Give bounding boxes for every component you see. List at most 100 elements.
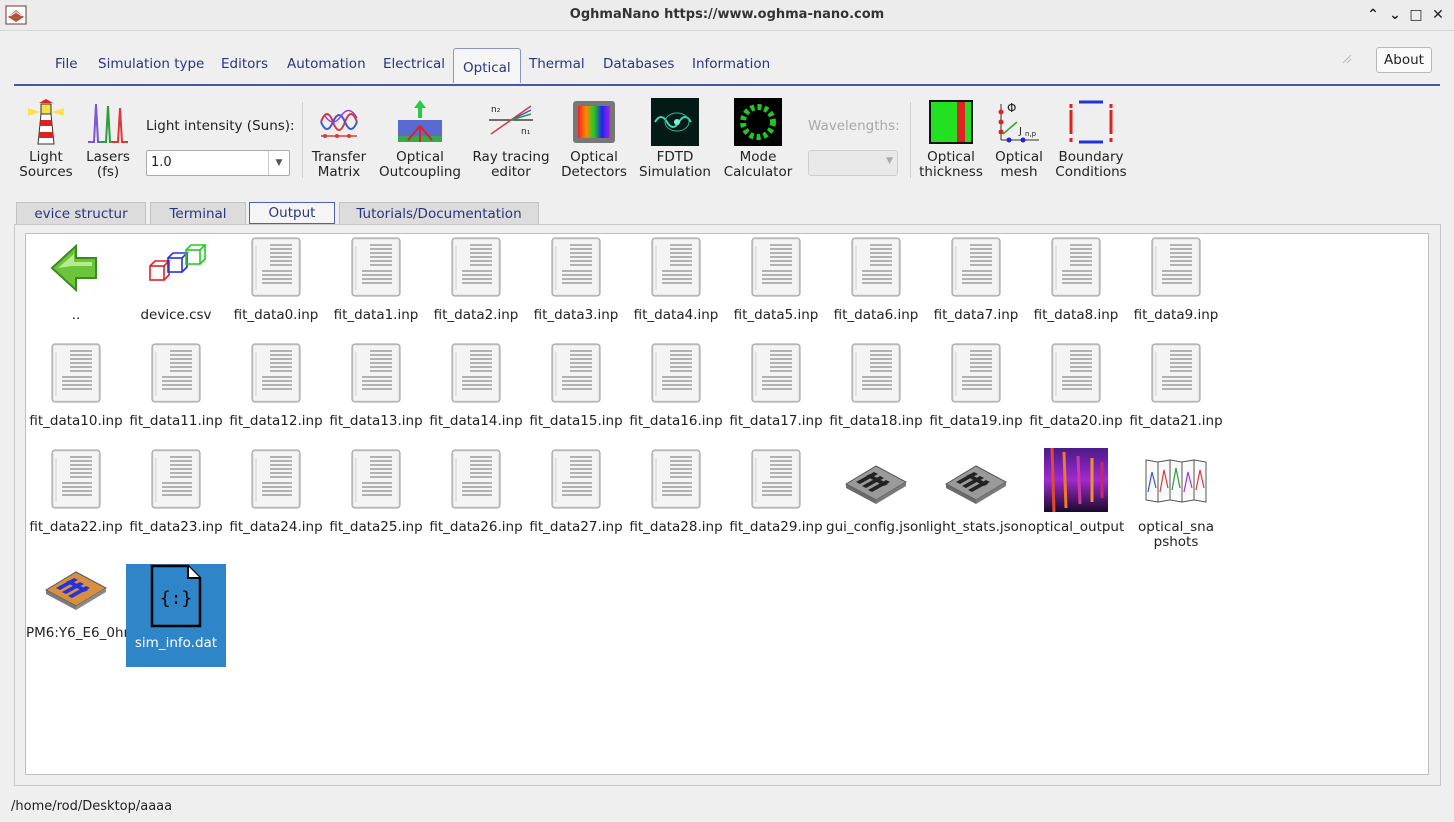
file-item[interactable]: fit_data14.inp <box>426 342 526 429</box>
transfer-matrix-icon <box>320 109 358 138</box>
svg-text:n,p: n,p <box>1025 130 1037 138</box>
text-file-icon <box>444 342 508 406</box>
file-item[interactable]: fit_data10.inp <box>26 342 126 429</box>
file-item[interactable]: fit_data26.inp <box>426 448 526 535</box>
file-item[interactable]: optical_snapshots <box>1126 448 1226 550</box>
resize-grip-icon <box>1342 54 1352 64</box>
file-item[interactable]: fit_data28.inp <box>626 448 726 535</box>
close-icon[interactable]: ✕ <box>1429 5 1447 25</box>
detector-icon <box>573 101 615 143</box>
about-button[interactable]: About <box>1376 47 1432 73</box>
file-item[interactable]: PM6:Y6_E6_0hrs <box>26 554 136 641</box>
outcoupling-icon <box>398 100 442 142</box>
file-item[interactable]: fit_data19.inp <box>926 342 1026 429</box>
file-item[interactable]: fit_data2.inp <box>426 236 526 323</box>
file-item[interactable]: fit_data6.inp <box>826 236 926 323</box>
boundary-conditions-button[interactable]: Boundary Conditions <box>1054 98 1128 180</box>
text-file-icon <box>644 448 708 512</box>
file-name: fit_data22.inp <box>29 519 123 535</box>
file-item[interactable]: fit_data5.inp <box>726 236 826 323</box>
tab-device-structure[interactable]: evice structur <box>16 202 146 225</box>
ray-tracing-button[interactable]: n₂ n₁ Ray tracing editor <box>470 98 552 180</box>
file-item[interactable]: fit_data23.inp <box>126 448 226 535</box>
file-item[interactable]: optical_output <box>1026 447 1126 535</box>
optical-mesh-button[interactable]: Φ J n,p Optical mesh <box>992 98 1046 180</box>
restore-icon[interactable]: ⌄ <box>1386 5 1404 25</box>
file-item[interactable]: fit_data24.inp <box>226 448 326 535</box>
file-name: fit_data19.inp <box>929 413 1023 429</box>
light-sources-button[interactable]: Light Sources <box>16 98 76 180</box>
window-title: OghmaNano https://www.oghma-nano.com <box>569 7 885 22</box>
file-item[interactable]: fit_data25.inp <box>326 448 426 535</box>
menu-editors[interactable]: Editors <box>221 56 268 72</box>
file-item[interactable]: fit_data13.inp <box>326 342 426 429</box>
menu-databases[interactable]: Databases <box>603 56 674 72</box>
file-item[interactable]: fit_data8.inp <box>1026 236 1126 323</box>
transfer-matrix-button[interactable]: Transfer Matrix <box>309 98 369 180</box>
menu-file[interactable]: File <box>55 56 78 72</box>
main-menu-bar: File Simulation type Editors Automation … <box>14 46 1440 86</box>
file-item[interactable]: device.csv <box>126 236 226 323</box>
maximize-icon[interactable]: □ <box>1407 5 1425 25</box>
file-item[interactable]: fit_data18.inp <box>826 342 926 429</box>
lasers-button[interactable]: Lasers (fs) <box>84 98 132 180</box>
file-item[interactable]: fit_data0.inp <box>226 236 326 323</box>
optical-outcoupling-button[interactable]: Optical Outcoupling <box>379 98 461 180</box>
minimize-icon[interactable]: ⌃ <box>1364 5 1382 25</box>
title-bar: OghmaNano https://www.oghma-nano.com ⌃ ⌄… <box>0 0 1454 31</box>
text-file-icon <box>544 236 608 300</box>
file-item[interactable]: fit_data15.inp <box>526 342 626 429</box>
menu-electrical[interactable]: Electrical <box>383 56 445 72</box>
device-color-icon <box>44 554 108 618</box>
menu-optical[interactable]: Optical <box>453 48 521 83</box>
file-item[interactable]: fit_data20.inp <box>1026 342 1126 429</box>
text-file-icon <box>744 342 808 406</box>
file-item[interactable]: fit_data17.inp <box>726 342 826 429</box>
file-item[interactable]: fit_data29.inp <box>726 448 826 535</box>
tab-tutorials[interactable]: Tutorials/Documentation <box>339 202 539 225</box>
file-item[interactable]: {:} sim_info.dat <box>126 564 226 667</box>
wavelengths-label: Wavelengths: <box>808 118 900 134</box>
file-name: fit_data14.inp <box>429 413 523 429</box>
file-item[interactable]: fit_data16.inp <box>626 342 726 429</box>
light-intensity-select[interactable]: 1.0 ▼ <box>146 150 290 176</box>
file-item[interactable]: fit_data22.inp <box>26 448 126 535</box>
menu-simulation-type[interactable]: Simulation type <box>98 56 204 72</box>
transfer-matrix-label: Transfer Matrix <box>311 149 367 180</box>
text-file-icon <box>244 448 308 512</box>
menu-thermal[interactable]: Thermal <box>529 56 585 72</box>
file-name: fit_data21.inp <box>1129 413 1223 429</box>
ribbon-divider <box>302 102 303 178</box>
tab-output[interactable]: Output <box>249 202 335 225</box>
file-item[interactable]: light_stats.json <box>926 448 1028 535</box>
optical-detectors-button[interactable]: Optical Detectors <box>560 98 628 180</box>
file-item[interactable]: fit_data21.inp <box>1126 342 1226 429</box>
menu-information[interactable]: Information <box>692 56 770 72</box>
menu-automation[interactable]: Automation <box>287 56 366 72</box>
file-item[interactable]: fit_data3.inp <box>526 236 626 323</box>
snapshots-icon <box>1144 448 1208 512</box>
file-item[interactable]: fit_data7.inp <box>926 236 1026 323</box>
status-path: /home/rod/Desktop/aaaa <box>11 799 173 814</box>
file-item[interactable]: fit_data11.inp <box>126 342 226 429</box>
file-item[interactable]: fit_data1.inp <box>326 236 426 323</box>
file-item[interactable]: fit_data9.inp <box>1126 236 1226 323</box>
wavelengths-select[interactable]: ▼ <box>808 150 898 176</box>
svg-text:n₁: n₁ <box>521 127 531 137</box>
file-item[interactable]: gui_config.json <box>826 448 927 535</box>
file-item[interactable]: fit_data12.inp <box>226 342 326 429</box>
ray-tracing-icon: n₂ n₁ <box>489 105 533 137</box>
text-file-icon <box>444 236 508 300</box>
fdtd-simulation-button[interactable]: FDTD Simulation <box>638 98 712 180</box>
mode-calculator-button[interactable]: Mode Calculator <box>722 98 794 180</box>
file-item[interactable]: fit_data27.inp <box>526 448 626 535</box>
text-file-icon <box>1144 236 1208 300</box>
chevron-down-icon[interactable]: ▼ <box>268 151 289 175</box>
optical-thickness-button[interactable]: Optical thickness <box>918 98 984 180</box>
tab-terminal[interactable]: Terminal <box>150 202 246 225</box>
file-item[interactable]: .. <box>26 236 126 323</box>
file-name: fit_data23.inp <box>129 519 223 535</box>
text-file-icon <box>1044 342 1108 406</box>
file-name: fit_data20.inp <box>1029 413 1123 429</box>
file-item[interactable]: fit_data4.inp <box>626 236 726 323</box>
